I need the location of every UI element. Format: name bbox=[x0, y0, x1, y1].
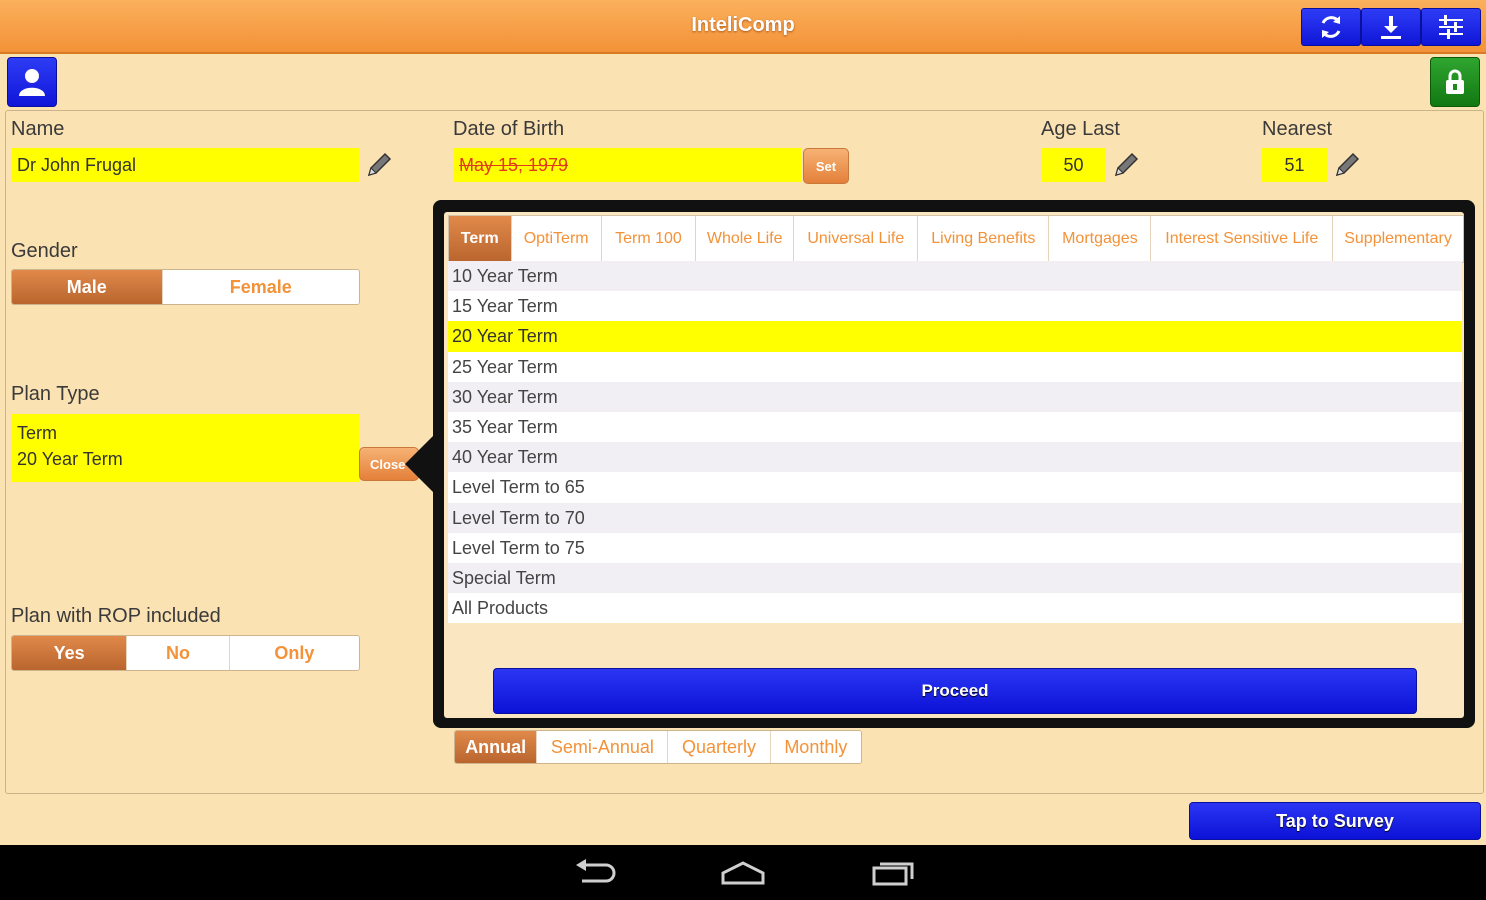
settings-button[interactable] bbox=[1421, 8, 1481, 46]
system-nav-bar bbox=[0, 845, 1486, 900]
age-last-label: Age Last bbox=[1041, 118, 1120, 140]
plan-list: 10 Year Term 15 Year Term 20 Year Term 2… bbox=[448, 261, 1462, 624]
back-icon[interactable] bbox=[572, 859, 618, 887]
frequency-monthly-option[interactable]: Monthly bbox=[770, 731, 861, 763]
popup-pointer bbox=[405, 434, 435, 494]
plan-type-label: Plan Type bbox=[11, 383, 100, 405]
plan-item[interactable]: 10 Year Term bbox=[448, 261, 1462, 292]
gender-male-option[interactable]: Male bbox=[12, 270, 163, 304]
settings-sliders-icon bbox=[1439, 15, 1463, 39]
plan-item[interactable]: 40 Year Term bbox=[448, 442, 1462, 473]
frequency-selector: Annual Semi-Annual Quarterly Monthly bbox=[454, 730, 862, 764]
app-title: InteliComp bbox=[691, 14, 795, 36]
tab-supplementary[interactable]: Supplementary bbox=[1333, 216, 1463, 262]
plan-type-plan: 20 Year Term bbox=[17, 449, 123, 469]
plan-type-category: Term bbox=[17, 423, 57, 443]
frequency-quarterly-option[interactable]: Quarterly bbox=[668, 731, 771, 763]
plan-item[interactable]: Level Term to 70 bbox=[448, 502, 1462, 533]
user-icon bbox=[19, 69, 45, 96]
plan-item[interactable]: All Products bbox=[448, 593, 1462, 624]
tab-interest-sensitive-life[interactable]: Interest Sensitive Life bbox=[1151, 216, 1334, 262]
plan-item[interactable]: 15 Year Term bbox=[448, 291, 1462, 322]
tap-to-survey-button[interactable]: Tap to Survey bbox=[1189, 802, 1481, 840]
dob-label: Date of Birth bbox=[453, 118, 565, 140]
tab-mortgages[interactable]: Mortgages bbox=[1049, 216, 1152, 262]
plan-item-selected[interactable]: 20 Year Term bbox=[448, 321, 1462, 352]
edit-age-last-button[interactable] bbox=[1110, 149, 1142, 186]
pencil-icon bbox=[1335, 152, 1360, 177]
plan-item[interactable]: Special Term bbox=[448, 562, 1462, 594]
age-nearest-label: Nearest bbox=[1262, 118, 1333, 140]
frequency-annual-option[interactable]: Annual bbox=[455, 731, 538, 763]
rop-only-option[interactable]: Only bbox=[229, 636, 359, 670]
profile-button[interactable] bbox=[7, 57, 57, 107]
tab-optiterm[interactable]: OptiTerm bbox=[512, 216, 602, 262]
dob-field[interactable]: May 15, 1979 bbox=[453, 148, 801, 182]
pencil-icon bbox=[367, 152, 392, 177]
rop-no-option[interactable]: No bbox=[127, 636, 230, 670]
edit-name-button[interactable] bbox=[363, 149, 395, 186]
rop-label: Plan with ROP included bbox=[11, 605, 221, 627]
plan-type-field[interactable]: Term 20 Year Term bbox=[11, 414, 359, 482]
gender-female-option[interactable]: Female bbox=[162, 270, 359, 304]
refresh-button[interactable] bbox=[1301, 8, 1361, 46]
rop-selector: Yes No Only bbox=[11, 635, 360, 671]
gender-selector: Male Female bbox=[11, 269, 360, 305]
pencil-icon bbox=[1114, 152, 1139, 177]
set-dob-button[interactable]: Set bbox=[803, 148, 849, 184]
download-button[interactable] bbox=[1361, 8, 1421, 46]
plan-item[interactable]: Level Term to 75 bbox=[448, 532, 1462, 563]
download-icon bbox=[1381, 16, 1401, 39]
age-nearest-field[interactable]: 51 bbox=[1262, 148, 1327, 182]
name-field[interactable]: Dr John Frugal bbox=[11, 148, 359, 182]
plan-item[interactable]: 25 Year Term bbox=[448, 351, 1462, 382]
tab-whole-life[interactable]: Whole Life bbox=[696, 216, 795, 262]
plan-item[interactable]: 35 Year Term bbox=[448, 411, 1462, 443]
age-last-field[interactable]: 50 bbox=[1041, 148, 1106, 182]
proceed-button[interactable]: Proceed bbox=[493, 668, 1417, 714]
frequency-semi-annual-option[interactable]: Semi-Annual bbox=[537, 731, 669, 763]
name-label: Name bbox=[11, 118, 65, 140]
tab-living-benefits[interactable]: Living Benefits bbox=[918, 216, 1050, 262]
tab-term-100[interactable]: Term 100 bbox=[602, 216, 697, 262]
lock-icon bbox=[1446, 69, 1464, 94]
home-icon[interactable] bbox=[720, 859, 766, 887]
refresh-icon bbox=[1321, 16, 1341, 38]
tab-term[interactable]: Term bbox=[449, 216, 512, 262]
tab-universal-life[interactable]: Universal Life bbox=[794, 216, 919, 262]
edit-age-nearest-button[interactable] bbox=[1331, 149, 1363, 186]
lock-button[interactable] bbox=[1430, 57, 1480, 107]
plan-item[interactable]: Level Term to 65 bbox=[448, 472, 1462, 503]
plan-category-tabs: Term OptiTerm Term 100 Whole Life Univer… bbox=[448, 215, 1464, 263]
plan-item[interactable]: 30 Year Term bbox=[448, 381, 1462, 412]
recent-apps-icon[interactable] bbox=[870, 859, 916, 887]
gender-label: Gender bbox=[11, 240, 78, 262]
rop-yes-option[interactable]: Yes bbox=[12, 636, 128, 670]
